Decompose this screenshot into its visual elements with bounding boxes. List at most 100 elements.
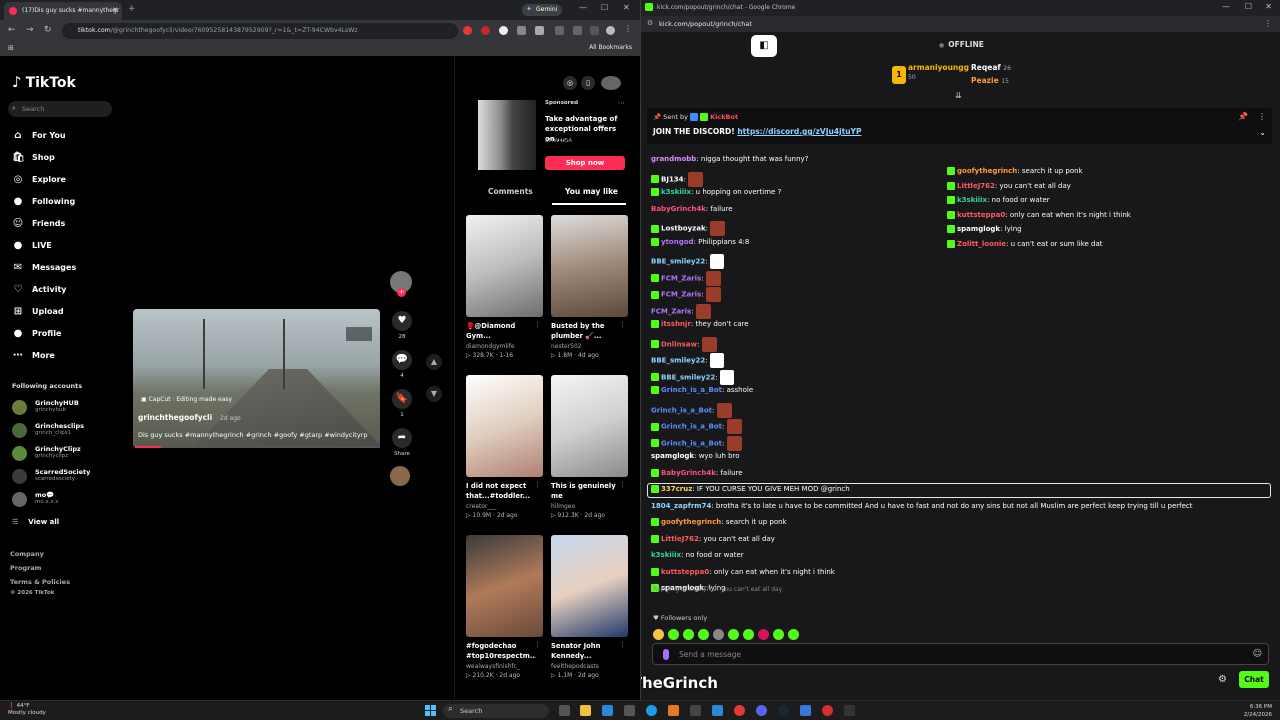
video-card[interactable]: #fogodechao #top10respectm... ⋮ wealways… [466,535,543,679]
chat-username[interactable]: k3skiiix [661,188,691,196]
chat-username[interactable]: ytongod [661,238,694,246]
card-user[interactable]: creator___ [466,503,543,510]
app-icon[interactable] [822,705,833,716]
card-user[interactable]: wealwaysfinishfc_ [466,663,543,670]
terminal-icon[interactable] [844,705,855,716]
tiktok-logo[interactable]: ♪ TikTok [12,73,76,91]
chevron-down-icon[interactable]: ⌄ [1259,128,1266,137]
forward-icon[interactable]: → [26,25,34,35]
share-button[interactable]: ➦ Share [390,428,414,457]
puzzle-icon[interactable] [535,26,544,35]
chevron-up-icon[interactable]: ▲ [426,354,442,370]
chat-username[interactable]: Lostboyzak [661,225,706,233]
extension-icon[interactable] [573,26,582,35]
menu-kebab-icon[interactable]: ⋮ [624,24,633,33]
chat-username[interactable]: FCM_Zaris [661,274,701,282]
chat-message[interactable]: itsshnjr: they don't care [651,320,749,328]
emote-icon[interactable] [713,629,724,640]
video-card[interactable]: Senator John Kennedy... ⋮ feelthepodcast… [551,535,628,679]
following-account[interactable]: GrinchyClipz grinchyclipz [12,444,132,464]
back-icon[interactable]: ← [8,25,16,35]
chat-message[interactable]: BJ134: [651,171,704,187]
emote-icon[interactable] [758,629,769,640]
chat-username[interactable]: BBE_smiley22 [651,357,705,365]
footer-terms[interactable]: Terms & Policies [10,578,70,586]
following-account[interactable]: Grinchesclips grinch_clips1 [12,421,132,441]
video-card[interactable]: 🥊@Diamond Gym... ⋮ diamondgymlife ▷ 328.… [466,215,543,359]
chat-message[interactable]: Grinch_is_a_Bot: [651,419,742,434]
emote-icon[interactable] [668,629,679,640]
footer-program[interactable]: Program [10,564,41,572]
chat-username[interactable]: BJ134 [661,175,684,183]
video-card[interactable]: Busted by the plumber 🪠... ⋮ nester502 ▷… [551,215,628,359]
close-window-icon[interactable]: ✕ [1265,2,1272,11]
app-icon[interactable] [668,705,679,716]
nav-item-shop[interactable]: 🛍 Shop [12,152,122,168]
following-account[interactable]: ScarredSociety scarredsociety [12,467,132,487]
chat-message[interactable]: Grinch_is_a_Bot: asshole [651,386,753,394]
chat-message[interactable]: BBE_smiley22: [651,254,724,269]
chat-message[interactable]: 1804_zapfrm74: brotha it's to late u hav… [651,502,1193,510]
coins-icon[interactable]: ◎ [563,76,577,90]
extension-icon[interactable] [517,26,526,35]
chat-username[interactable]: kuttsteppa0 [661,568,709,576]
all-bookmarks[interactable]: All Bookmarks [589,44,632,51]
chat-username[interactable]: FCM_Zaris [651,307,691,315]
chat-username[interactable]: Dnlinsaw [661,340,697,348]
music-disc-icon[interactable] [390,466,410,486]
system-clock[interactable]: 6:36 PM 2/24/2026 [1244,703,1272,719]
send-message-input[interactable]: Send a message ☺ [652,643,1269,665]
video-thumbnail[interactable] [551,215,628,317]
kick-logo-icon[interactable]: ◧ [751,35,777,57]
chat-username[interactable]: LittleJ762 [661,535,699,543]
steam-icon[interactable] [778,705,789,716]
chat-username[interactable]: Grinch_is_a_Bot [661,423,722,431]
pin-icon[interactable]: 📌 [1238,112,1248,121]
emote-icon[interactable] [743,629,754,640]
maximize-icon[interactable]: ☐ [601,3,608,12]
top-chatter-2[interactable]: Reqeaf 26 [971,63,1011,72]
emote-icon[interactable] [683,629,694,640]
chat-username[interactable]: Grinch_is_a_Bot [661,439,722,447]
card-more-icon[interactable]: ⋮ [534,481,541,489]
card-user[interactable]: diamondgymlife [466,343,543,350]
chat-username[interactable]: BBE_smiley22 [661,373,715,381]
video-thumbnail[interactable] [551,375,628,477]
tab-you-may-like[interactable]: You may like [565,187,618,196]
reload-icon[interactable]: ↻ [44,25,52,35]
chat-username[interactable]: k3skiiix [651,551,681,559]
video-progress-bar[interactable] [135,446,380,448]
video-thumbnail[interactable] [466,215,543,317]
chat-username[interactable]: Grinch_is_a_Bot [661,386,722,394]
site-info-icon[interactable]: ⚙ [647,19,653,27]
chat-username[interactable]: 1804_zapfrm74 [651,502,711,510]
chat-message[interactable]: goofythegrinch: search it up ponk [651,518,787,526]
discord-icon[interactable] [756,705,767,716]
capcut-label[interactable]: CapCut · Editing made easy [141,396,233,403]
creator-avatar[interactable]: + [390,271,412,297]
menu-kebab-icon[interactable]: ⋮ [1264,19,1272,28]
taskbar-search[interactable]: Search [443,704,549,718]
file-explorer-icon[interactable] [580,705,591,716]
chat-username[interactable]: BabyGrinch4k [661,469,716,477]
card-more-icon[interactable]: ⋮ [619,481,626,489]
sponsored-more-icon[interactable]: ⋯ [618,99,625,107]
video-username[interactable]: grinchthegoofycli · 2d ago [138,413,241,422]
chat-username[interactable]: BBE_smiley22 [651,258,705,266]
minimize-icon[interactable]: — [1222,2,1230,11]
emote-icon[interactable] [698,629,709,640]
chat-username[interactable]: goofythegrinch [661,518,721,526]
chat-message[interactable]: ytongod: Philippians 4:8 [651,237,749,246]
top-chatter-3[interactable]: Peazie 15 [971,76,1009,85]
chat-message[interactable]: Dnlinsaw: [651,336,717,352]
video-thumbnail[interactable] [466,535,543,637]
chat-message[interactable]: BBE_smiley22: [651,353,724,368]
chat-message[interactable]: Grinch_is_a_Bot: [651,435,742,451]
video-thumbnail[interactable] [551,535,628,637]
tab-tiktok[interactable]: (17)Dis guy sucks #mannythegr ✕ [4,2,122,20]
gear-icon[interactable]: ⚙ [1218,674,1227,685]
following-account[interactable]: mo💬 mo.x.x.s [12,490,132,510]
emote-icon[interactable] [728,629,739,640]
discord-link[interactable]: https://discord.gg/zVJu4jtuYP [737,127,861,136]
app-icon[interactable] [690,705,701,716]
